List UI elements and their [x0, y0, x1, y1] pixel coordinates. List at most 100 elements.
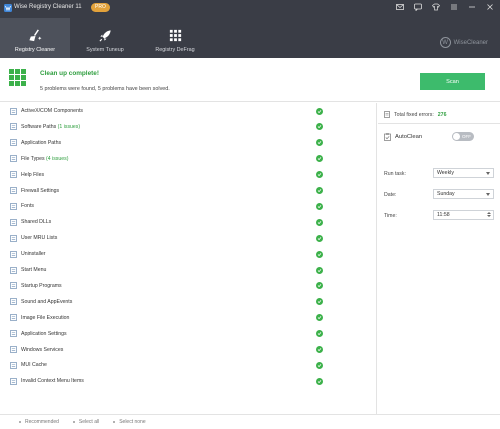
chevron-down-icon: [486, 193, 490, 196]
item-name: Software Paths: [21, 123, 57, 130]
list-item-label: Application Paths: [21, 140, 61, 146]
list-item-label: Application Settings: [21, 331, 67, 337]
dot-icon: [19, 421, 21, 423]
component-icon: [10, 107, 17, 115]
item-name: Invalid Context Menu Items: [21, 378, 84, 385]
scan-button[interactable]: Scan: [420, 73, 485, 90]
chevron-down-icon: [486, 172, 490, 175]
check-circle-icon: [316, 298, 323, 306]
total-fixed: Total fixed errors: 276: [384, 111, 446, 118]
list-item[interactable]: Fonts: [0, 198, 377, 214]
item-name: Windows Services: [21, 346, 64, 353]
mru-icon: [10, 234, 17, 242]
check-circle-icon: [316, 250, 323, 258]
shirt-icon[interactable]: [431, 2, 440, 12]
list-item-label: Startup Programs: [21, 283, 62, 289]
uninstaller-icon: [10, 250, 17, 258]
app-path-icon: [10, 139, 17, 147]
spinner-arrows-icon[interactable]: [487, 212, 491, 217]
list-item[interactable]: Application Settings: [0, 326, 377, 342]
check-circle-icon: [316, 123, 323, 131]
select-all-label: Select all: [78, 419, 100, 425]
item-name: File Types: [21, 155, 45, 162]
list-item[interactable]: Invalid Context Menu Items: [0, 373, 377, 389]
context-menu-icon: [10, 377, 17, 385]
list-item[interactable]: Software Paths (1 issues): [0, 119, 377, 135]
settings-panel: Total fixed errors: 276 AutoClean OFF Ru…: [378, 103, 500, 414]
window-controls: [395, 2, 494, 12]
status-subtitle: 5 problems were found, 5 problems have b…: [40, 86, 170, 92]
list-item[interactable]: Firewall Settings: [0, 183, 377, 199]
list-item-label: Start Menu: [21, 267, 46, 273]
list-item[interactable]: File Types (4 issues): [0, 151, 377, 167]
list-item[interactable]: Shared DLLs: [0, 214, 377, 230]
divider: [378, 123, 500, 124]
tab-label: System Tuneup: [86, 47, 124, 53]
tab-registry-cleaner[interactable]: Registry Cleaner: [0, 18, 70, 58]
menu-icon[interactable]: [449, 2, 458, 12]
list-item-label: ActiveX/COM Components: [21, 108, 83, 114]
app-logo-icon: [4, 4, 12, 12]
brand-logo: W WiseCleaner: [439, 37, 488, 48]
tab-system-tuneup[interactable]: System Tuneup: [70, 18, 140, 58]
list-item[interactable]: Help Files: [0, 167, 377, 183]
list-item[interactable]: Sound and AppEvents: [0, 294, 377, 310]
check-circle-icon: [316, 139, 323, 147]
list-item-label: MUI Cache: [21, 362, 47, 368]
recommended-link[interactable]: Recommended: [19, 419, 59, 425]
chat-icon[interactable]: [413, 2, 422, 12]
mui-cache-icon: [10, 362, 17, 369]
item-name: User MRU Lists: [21, 235, 58, 242]
select-none-link[interactable]: Select none: [113, 419, 146, 425]
font-icon: [10, 203, 17, 210]
folder-path-icon: [10, 123, 17, 131]
item-name: Help Files: [21, 171, 45, 178]
date-select[interactable]: Sunday: [433, 189, 494, 199]
date-value: Sunday: [437, 191, 455, 197]
item-name: Uninstaller: [21, 251, 46, 258]
list-item[interactable]: Start Menu: [0, 262, 377, 278]
list-item[interactable]: Application Paths: [0, 135, 377, 151]
status-grid-icon: [9, 69, 26, 86]
list-item-label: Windows Services: [21, 347, 63, 353]
check-circle-icon: [316, 377, 323, 385]
list-item[interactable]: ActiveX/COM Components: [0, 103, 377, 119]
total-fixed-count: 276: [437, 111, 447, 118]
run-task-value: Weekly: [437, 170, 454, 176]
check-circle-icon: [316, 107, 323, 115]
check-circle-icon: [316, 330, 323, 338]
start-menu-icon: [10, 266, 17, 274]
main-tabs: Registry Cleaner System Tuneup Registry …: [0, 18, 210, 58]
mail-icon[interactable]: [395, 2, 404, 12]
item-name: Startup Programs: [21, 282, 62, 289]
list-item[interactable]: User MRU Lists: [0, 230, 377, 246]
check-circle-icon: [316, 361, 323, 369]
minimize-icon[interactable]: [467, 2, 476, 12]
registry-category-list: ActiveX/COM Components Software Paths (1 …: [0, 103, 377, 414]
list-item[interactable]: Windows Services: [0, 342, 377, 358]
item-name: Image File Execution: [21, 314, 70, 321]
select-all-link[interactable]: Select all: [72, 419, 100, 425]
list-item-label: Software Paths (1 issues): [21, 124, 80, 130]
time-label: Time:: [384, 213, 397, 219]
item-name: Firewall Settings: [21, 187, 60, 194]
app-settings-icon: [10, 330, 17, 337]
list-item[interactable]: MUI Cache: [0, 357, 377, 373]
list-item-label: Uninstaller: [21, 251, 46, 257]
list-item[interactable]: Uninstaller: [0, 246, 377, 262]
broom-icon: [28, 29, 41, 42]
autoclean-toggle[interactable]: OFF: [452, 132, 474, 141]
run-task-label: Run task:: [384, 171, 406, 177]
list-item-label: Fonts: [21, 203, 34, 209]
time-spinner[interactable]: 11:58: [433, 210, 494, 220]
autoclean-row: AutoClean: [384, 133, 422, 141]
item-name: Fonts: [21, 203, 34, 210]
list-item[interactable]: Startup Programs: [0, 278, 377, 294]
close-icon[interactable]: [485, 2, 494, 12]
run-task-select[interactable]: Weekly: [433, 168, 494, 178]
list-item[interactable]: Image File Execution: [0, 310, 377, 326]
document-icon: [384, 111, 390, 118]
item-name: Application Settings: [21, 330, 67, 337]
check-circle-icon: [316, 314, 323, 322]
tab-registry-defrag[interactable]: Registry DeFrag: [140, 18, 210, 58]
